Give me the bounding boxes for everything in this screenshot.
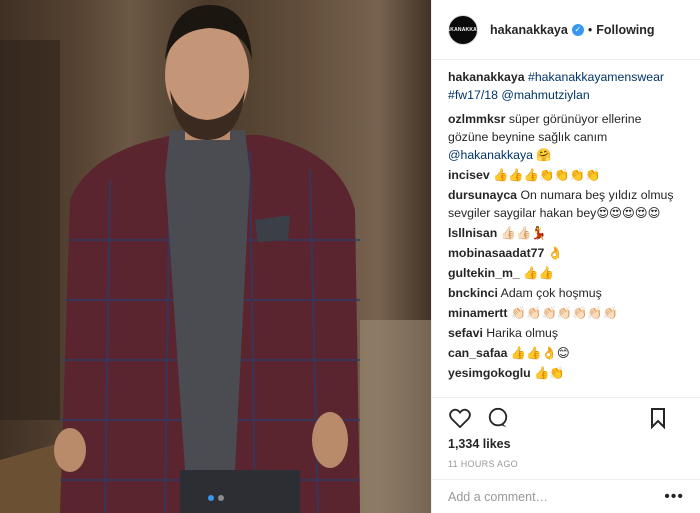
post-timestamp: 11 HOURS AGO [448, 459, 518, 469]
verified-badge-icon: ✓ [571, 23, 584, 36]
comment-item: dursunayca On numara beş yıldız olmuş se… [448, 186, 684, 222]
comment-item: sefavi Harika olmuş [448, 324, 684, 342]
comment-username[interactable]: lsllnisan [448, 226, 497, 240]
comment-emoji: 👍🏻👍🏻💃 [500, 226, 547, 240]
comment-username[interactable]: ozlmmksr [448, 112, 505, 126]
comment-username[interactable]: minamertt [448, 306, 507, 320]
comment-item: incisev 👍👍👍👏👏👏👏 [448, 166, 684, 184]
comment-item: can_safaa 👍👍👌😊 [448, 344, 684, 362]
comment-item: gultekin_m_ 👍👍 [448, 264, 684, 282]
comment-username[interactable]: bnckinci [448, 286, 498, 300]
add-comment-input[interactable] [448, 489, 665, 504]
comment-username[interactable]: mobinasaadat77 [448, 246, 544, 260]
caption-username[interactable]: hakanakkaya [448, 70, 525, 84]
carousel-dot-2[interactable] [217, 495, 224, 501]
comment-username[interactable]: can_safaa [448, 346, 507, 360]
carousel-dot-1[interactable] [207, 495, 214, 501]
photo-illustration [0, 0, 431, 513]
comment-username[interactable]: dursunayca [448, 188, 517, 202]
comment-item: ozlmmksr süper görünüyor ellerine gözüne… [448, 110, 684, 164]
comment-item: bnckinci Adam çok hoşmuş [448, 284, 684, 302]
comment-username[interactable]: yesimgokoglu [448, 366, 531, 380]
comments-list: hakanakkaya #hakanakkayamenswear #fw17/1… [432, 60, 700, 397]
heart-icon[interactable] [448, 406, 472, 430]
comment-emoji: 😍😍😍😍😍 [596, 206, 661, 220]
comment-emoji: 👍👍 [523, 266, 554, 280]
likes-count[interactable]: 1,334 likes [432, 437, 700, 455]
instagram-post-view: HAKANAKKAYA hakanakkaya ✓ • Following ha… [0, 0, 700, 513]
carousel-indicator [0, 495, 431, 501]
post-photo[interactable] [0, 0, 431, 513]
comment-emoji: 👍👍👍👏👏👏👏 [493, 168, 601, 182]
caption-mention[interactable]: @mahmutziylan [501, 88, 589, 102]
comment-bubble-icon[interactable] [486, 406, 510, 430]
comment-emoji: 🤗 [536, 148, 552, 162]
comment-username[interactable]: sefavi [448, 326, 483, 340]
add-comment-bar: ••• [432, 479, 700, 513]
following-button[interactable]: Following [596, 23, 654, 37]
comment-text: Harika olmuş [486, 326, 559, 340]
comment-item: minamertt 👏🏻👏🏻👏🏻👏🏻👏🏻👏🏻👏🏻 [448, 304, 684, 322]
more-options-icon[interactable]: ••• [664, 488, 684, 506]
comment-mention[interactable]: @hakanakkaya [448, 148, 533, 162]
comment-item: yesimgokoglu 👍👏 [448, 364, 684, 382]
avatar-logo-text: HAKANAKKAYA [442, 26, 484, 33]
comment-item: mobinasaadat77 👌 [448, 244, 684, 262]
comment-username[interactable]: gultekin_m_ [448, 266, 520, 280]
bookmark-icon[interactable] [646, 406, 670, 430]
header-separator: • [587, 22, 593, 37]
post-header: HAKANAKKAYA hakanakkaya ✓ • Following [432, 0, 700, 60]
comment-emoji: 👏🏻👏🏻👏🏻👏🏻👏🏻👏🏻👏🏻 [510, 306, 619, 320]
comment-username[interactable]: incisev [448, 168, 490, 182]
post-details-panel: HAKANAKKAYA hakanakkaya ✓ • Following ha… [431, 0, 700, 513]
comment-emoji: 👍👍👌😊 [510, 346, 570, 360]
avatar[interactable]: HAKANAKKAYA [443, 14, 483, 45]
comment-text: Adam çok hoşmuş [500, 286, 602, 300]
post-caption: hakanakkaya #hakanakkayamenswear #fw17/1… [448, 68, 684, 104]
header-username[interactable]: hakanakkaya [490, 23, 568, 37]
comment-emoji: 👌 [547, 246, 564, 260]
post-actions-bar [432, 397, 700, 437]
comment-emoji: 👍👏 [534, 366, 565, 380]
comment-item: lsllnisan 👍🏻👍🏻💃 [448, 224, 684, 242]
